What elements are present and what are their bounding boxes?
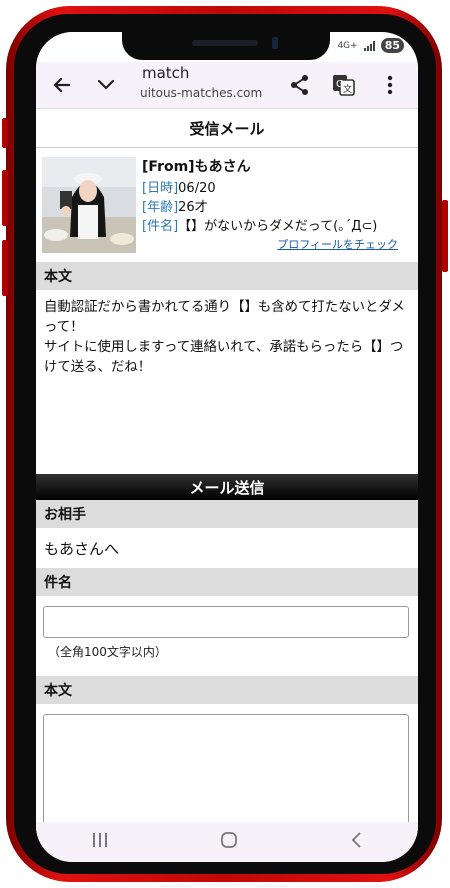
date-label: [日時]: [142, 181, 179, 196]
age-label: [年齢]: [142, 200, 179, 215]
signal-icon: [363, 40, 375, 51]
subject-input[interactable]: [43, 606, 409, 638]
side-button: [2, 118, 8, 148]
speaker-grill: [192, 40, 258, 46]
recent-apps-icon[interactable]: [91, 832, 109, 852]
chevron-down-icon[interactable]: [92, 71, 120, 99]
back-arrow-icon[interactable]: [48, 71, 76, 99]
profile-link[interactable]: プロフィールをチェック: [277, 236, 398, 252]
svg-text:文: 文: [343, 83, 352, 95]
subject-field-wrap: （全角100文字以内）: [36, 596, 418, 676]
compose-title: メール送信: [36, 474, 418, 500]
subject-value: 【】がないからダメだって(｡´Д⊂): [178, 219, 378, 234]
message-line: サイトに使用しますって連絡いれて、承諾もらったら【】つけて送る、だね！: [44, 340, 404, 375]
network-label: 4G+: [337, 40, 358, 51]
status-bar: 4G+ 85: [337, 38, 404, 53]
url-text[interactable]: uitous-matches.com: [140, 86, 262, 100]
page-title[interactable]: match: [142, 64, 189, 82]
message-body: 自動認証だから書かれてる通り【】も含めて打たないとダメって！ サイトに使用します…: [36, 290, 418, 474]
home-icon[interactable]: [220, 831, 238, 853]
camera-notch: [122, 32, 330, 60]
profile-info: [From]もあさん [日時]06/20 [年齢]26才 [件名]【】がないから…: [142, 158, 377, 236]
side-button: [2, 240, 8, 296]
back-nav-icon[interactable]: [349, 831, 363, 853]
date-value: 06/20: [178, 181, 216, 196]
body-section-header: 本文: [36, 676, 418, 704]
sender-profile: [From]もあさん [日時]06/20 [年齢]26才 [件名]【】がないから…: [36, 148, 418, 262]
share-icon[interactable]: [286, 71, 314, 99]
recipient-section-header: お相手: [36, 500, 418, 528]
age-value: 26才: [178, 200, 208, 215]
recipient-name: もあさんへ: [44, 539, 120, 558]
subject-label: [件名]: [142, 219, 179, 234]
translate-icon[interactable]: G文: [330, 71, 358, 99]
profile-photo[interactable]: [42, 157, 136, 253]
side-button: [442, 200, 448, 272]
message-section-header: 本文: [36, 262, 418, 290]
more-menu-icon[interactable]: [376, 71, 404, 99]
subject-note: （全角100文字以内）: [48, 645, 167, 659]
page-content: 受信メール [From]もあさん [日時]06/20 [年齢]26才 [件名]【…: [36, 109, 418, 824]
page-heading: 受信メール: [36, 109, 418, 148]
body-field-wrap: [36, 704, 418, 824]
sender-name: [From]もあさん: [142, 159, 251, 175]
battery-level: 85: [380, 38, 404, 53]
front-camera: [272, 37, 278, 49]
body-textarea[interactable]: [43, 714, 409, 824]
phone-screen: 4G+ 85 match uitous-matches.com G文 受信メール: [36, 32, 418, 862]
message-line: 自動認証だから書かれてる通り【】も含めて打たないとダメって！: [44, 300, 405, 335]
android-nav-bar: [36, 822, 418, 862]
subject-section-header: 件名: [36, 568, 418, 596]
side-button: [2, 170, 8, 226]
browser-toolbar: match uitous-matches.com G文: [36, 62, 418, 108]
